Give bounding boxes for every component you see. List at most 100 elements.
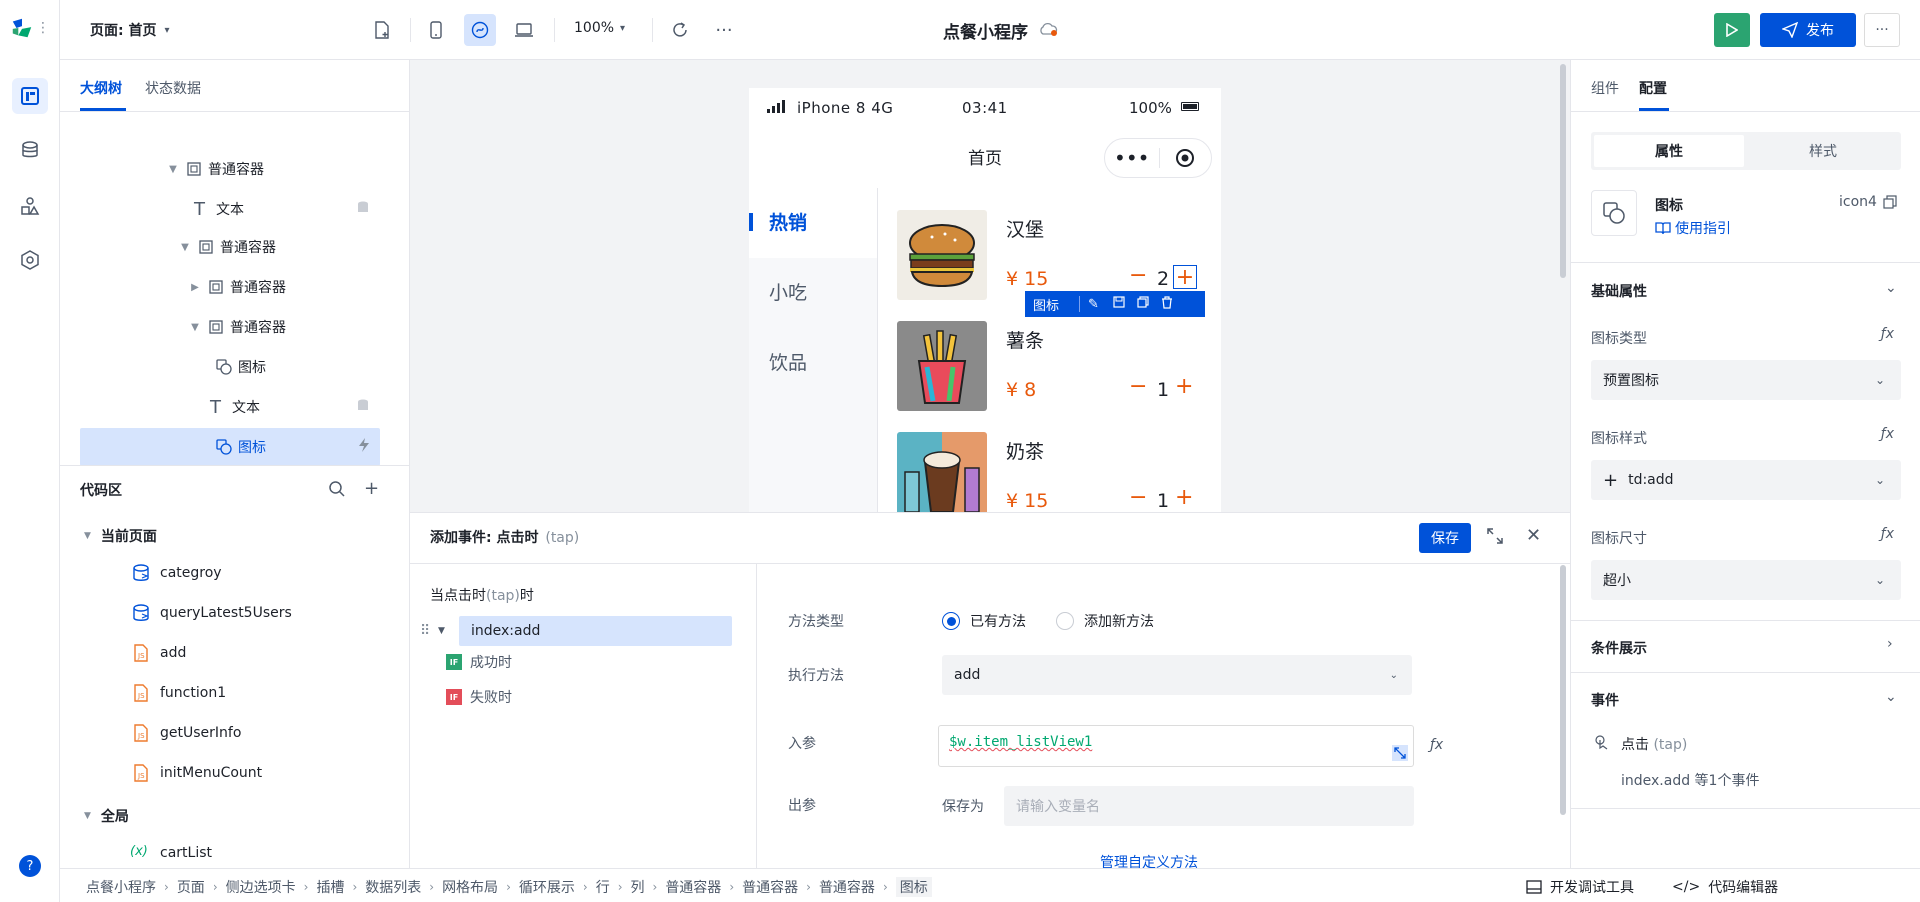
category-snack[interactable]: 小吃 [769,278,807,305]
tree-node-container[interactable]: ▶ 普通容器 [80,268,380,306]
breadcrumb-item[interactable]: 网格布局 [442,877,498,897]
save-as-input[interactable]: 请输入变量名 [1004,786,1414,826]
action-index-add[interactable]: index:add [459,616,732,646]
publish-button[interactable]: 发布 [1760,13,1856,47]
on-fail[interactable]: 失败时 [470,687,512,707]
method-existing-radio[interactable]: 已有方法 [942,611,1026,631]
breadcrumb-item[interactable]: 点餐小程序 [86,877,156,897]
delete-icon[interactable] [1161,295,1173,313]
caret-right-icon[interactable]: ▶ [188,282,202,293]
code-item-function1[interactable]: function1 [160,681,226,705]
copy-icon[interactable] [1883,195,1897,209]
expand-editor-icon[interactable] [1392,745,1408,761]
tree-node-container[interactable]: ▼ 普通容器 [80,308,380,346]
close-icon[interactable]: ✕ [1526,525,1541,546]
settings-hexagon-icon[interactable] [12,242,48,278]
breadcrumb-item[interactable]: 普通容器 [742,877,798,897]
seg-style[interactable]: 样式 [1748,135,1898,167]
dots-icon[interactable]: ••• [1105,148,1159,168]
refresh-icon[interactable] [664,14,696,46]
zoom-select[interactable]: 100% ▾ [574,20,625,36]
fx-icon[interactable]: ƒx [1881,426,1894,442]
tab-components[interactable]: 组件 [1591,78,1619,98]
event-scrollbar[interactable] [1560,565,1566,815]
event-save-button[interactable]: 保存 [1419,523,1471,553]
on-success[interactable]: 成功时 [470,652,512,672]
event-summary[interactable]: index.add 等1个事件 [1621,770,1759,790]
help-icon[interactable]: ? [19,855,41,877]
method-new-radio[interactable]: 添加新方法 [1056,611,1154,631]
breadcrumb-item[interactable]: 数据列表 [365,877,421,897]
breadcrumb-item[interactable]: 侧边选项卡 [226,877,296,897]
caret-down-icon[interactable]: ▼ [178,242,192,253]
usage-guide-link[interactable]: 使用指引 [1655,218,1731,238]
add-icon[interactable]: + [1175,485,1193,510]
fx-icon[interactable]: ƒx [1881,526,1894,542]
minus-icon[interactable]: − [1129,485,1147,510]
chevron-down-icon[interactable]: ⌄ [1885,689,1897,705]
code-item-getuserinfo[interactable]: getUserInfo [160,721,241,745]
icon-size-select[interactable]: 超小 ⌄ [1591,560,1901,600]
code-item-cartlist[interactable]: cartList [160,841,212,865]
global-group[interactable]: ▼ 全局 [84,806,129,826]
add-icon[interactable]: + [1175,374,1193,399]
category-drink[interactable]: 饮品 [769,348,807,375]
dev-tools-button[interactable]: 开发调试工具 [1526,877,1634,897]
miniprogram-view-icon[interactable] [464,14,496,46]
breadcrumb-item[interactable]: 普通容器 [819,877,875,897]
event-section[interactable]: 事件 [1591,690,1619,710]
chevron-down-icon[interactable]: ⌄ [1885,280,1897,296]
more-icon[interactable]: ··· [708,14,740,46]
breadcrumb-item[interactable]: 普通容器 [665,877,721,897]
tab-outline[interactable]: 大纲树 [80,78,122,98]
caret-down-icon[interactable]: ▼ [188,322,202,333]
add-page-icon[interactable] [366,14,398,46]
event-tap[interactable]: 点击 (tap) [1621,734,1687,754]
tab-config[interactable]: 配置 [1639,78,1667,98]
copy-icon[interactable] [1137,296,1149,312]
code-item-initmenucount[interactable]: initMenuCount [160,761,262,785]
save-icon[interactable] [1113,296,1125,312]
chevron-right-icon[interactable]: › [1887,636,1893,652]
app-logo[interactable]: ⋮ [10,14,50,42]
edit-icon[interactable]: ✎ [1088,297,1099,312]
tree-node-icon[interactable]: 图标 [80,348,380,386]
caret-down-icon[interactable]: ▼ [438,626,445,636]
database-icon[interactable] [12,132,48,168]
icon-type-select[interactable]: 预置图标 ⌄ [1591,360,1901,400]
tree-node-text[interactable]: T 文本 [80,388,380,426]
breadcrumb-item[interactable]: 插槽 [316,877,344,897]
minus-icon[interactable]: − [1129,263,1147,288]
breadcrumb-item[interactable]: 列 [631,877,645,897]
tree-node-container[interactable]: ▼ 普通容器 [80,228,380,266]
mobile-view-icon[interactable] [420,14,452,46]
minus-icon[interactable]: − [1129,374,1147,399]
preview-run-button[interactable] [1714,13,1750,47]
breadcrumb-item[interactable]: 页面 [177,877,205,897]
desktop-view-icon[interactable] [508,14,540,46]
tree-node-icon-selected[interactable]: 图标 [80,428,380,466]
basic-props-section[interactable]: 基础属性 [1591,281,1647,301]
drag-handle-icon[interactable]: ⠿ [420,623,430,639]
search-icon[interactable] [328,480,346,502]
current-page-group[interactable]: ▼ 当前页面 [84,526,157,546]
seg-props[interactable]: 属性 [1594,135,1744,167]
exec-method-select[interactable]: add ⌄ [942,655,1412,695]
tab-state-data[interactable]: 状态数据 [145,78,201,98]
breadcrumb-item[interactable]: 行 [596,877,610,897]
fx-icon[interactable]: ƒx [1430,737,1443,753]
caret-down-icon[interactable]: ▼ [166,164,180,175]
icon-style-select[interactable]: + td:add ⌄ [1591,460,1901,500]
code-editor-button[interactable]: </> 代码编辑器 [1672,877,1778,897]
add-icon[interactable]: + [364,478,379,499]
canvas-scrollbar[interactable] [1560,64,1566,278]
breadcrumb-item[interactable]: 循环展示 [519,877,575,897]
components-icon[interactable] [12,188,48,224]
page-selector[interactable]: 页面: 首页 ▾ [90,20,170,40]
more-menu-button[interactable]: ··· [1864,13,1900,47]
close-circle-icon[interactable] [1159,148,1211,168]
add-icon-selected[interactable]: + [1173,265,1197,290]
expand-icon[interactable] [1486,527,1504,549]
tree-node-container[interactable]: ▼ 普通容器 [80,150,380,188]
fx-icon[interactable]: ƒx [1881,326,1894,342]
